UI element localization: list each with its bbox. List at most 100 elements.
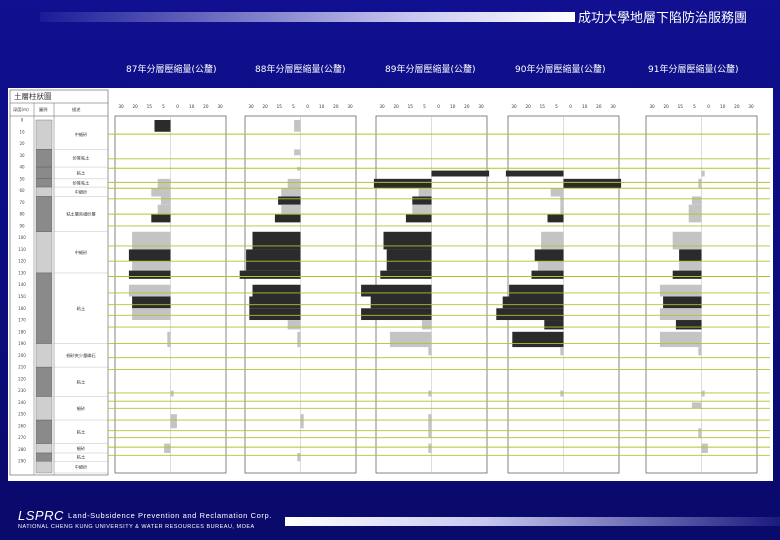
layer-bar [659,331,702,348]
layer-bar [563,178,622,189]
panel-tick-label: 10 [450,104,456,109]
layer-bar [688,214,702,223]
soil-layer-label: 中細砂 [75,131,88,138]
depth-tick-label: 0 [21,118,24,123]
layer-bar [151,214,171,223]
panel-tick-label: 10 [189,104,195,109]
depth-tick-label: 130 [18,270,26,275]
panel-title-90: 90年分層壓縮量(公釐) [515,65,606,75]
layer-bar [675,320,702,330]
panel-tick-label: 15 [540,104,546,109]
panel-tick-label: 5 [162,104,165,109]
soil-layer-label: 粘土 [77,305,85,312]
layer-bar [167,331,171,348]
panel-tick-label: 30 [748,104,754,109]
panel-tick-label: 20 [333,104,339,109]
soil-layer-label: 粘土 [77,428,85,435]
layer-bar [405,214,432,223]
soil-layer-pattern [35,452,53,462]
layer-bar [659,308,702,321]
soil-log-header-legend: 圖例 [39,106,47,113]
org-title: 成功大學地層下陷防治服務團 [578,11,748,26]
soil-layer-pattern [35,231,53,274]
layer-bar [691,402,702,409]
soil-layer-pattern [35,166,53,179]
soil-layer-pattern [35,186,53,197]
depth-tick-label: 60 [19,188,25,193]
layer-bar [560,347,564,356]
soil-layer-pattern [35,272,53,344]
layer-bar [412,204,432,215]
depth-tick-label: 90 [19,223,25,228]
panel-title-91: 91年分層壓縮量(公釐) [648,65,739,75]
panel-tick-label: 10 [720,104,726,109]
layer-bar [297,331,301,348]
layer-bar [297,452,301,462]
chart-area: 土層柱狀圖 深度(m) 圖例 描述 0 10 20 30 40 50 60 70 80 90 100 110 1… [8,88,773,481]
soil-layer-pattern [35,419,53,444]
layer-bar [294,120,301,132]
depth-tick-label: 170 [18,318,26,323]
soil-layer-pattern [35,343,53,368]
layer-bar [249,308,301,321]
depth-tick-label: 180 [18,329,26,334]
layer-bar [154,120,171,132]
institution-name: NATIONAL CHENG KUNG UNIVERSITY & WATER R… [18,524,255,530]
header-bar [40,12,575,22]
layer-bar [701,390,705,397]
layer-bar [361,284,432,297]
soil-layer-pattern [35,366,53,397]
layer-bar [412,196,432,205]
panel-tick-label: 15 [408,104,414,109]
panel-tick-label: 30 [511,104,517,109]
layer-bar [512,331,564,348]
layer-bar [531,270,564,279]
panel-tick-label: 20 [464,104,470,109]
layer-bar [534,249,564,262]
depth-tick-label: 230 [18,388,26,393]
layer-bar [132,296,171,309]
layer-bar [560,204,564,215]
layer-bar [281,188,301,197]
layer-bar [550,188,564,197]
depth-tick-label: 100 [18,235,26,240]
soil-layer-label: 粘土 [77,169,85,176]
layer-bar [544,320,564,330]
layer-bar [672,270,702,279]
layer-bar [659,284,702,297]
depth-tick-label: 10 [19,129,25,134]
layer-bar [157,178,171,189]
depth-tick-label: 40 [19,165,25,170]
soil-layer-label: 中細砂 [75,188,88,195]
layer-bar [386,261,432,271]
layer-bar [297,167,301,171]
panel-tick-label: 30 [347,104,353,109]
depth-tick-label: 140 [18,282,26,287]
soil-layer-pattern [35,119,53,150]
soil-layer-pattern [35,461,53,474]
soil-layer-pattern [35,443,53,454]
depth-tick-label: 150 [18,294,26,299]
panel-tick-label: 5 [292,104,295,109]
layer-bar [560,196,564,205]
panel-tick-label: 0 [306,104,309,109]
layer-bar [547,214,564,223]
layer-bar [672,231,702,250]
layer-bar [421,320,432,330]
panel-tick-label: 15 [678,104,684,109]
panel-tick-label: 20 [262,104,268,109]
panel-tick-label: 30 [478,104,484,109]
panel-tick-label: 20 [525,104,531,109]
layer-bar [383,231,432,250]
panel-tick-label: 0 [176,104,179,109]
layer-bar [281,204,301,215]
layer-bar [128,284,171,297]
depth-tick-label: 160 [18,306,26,311]
lsprc-logo: LSPRC [18,508,64,523]
depth-tick-label: 200 [18,353,26,358]
layer-bar [389,331,432,348]
layer-bar [502,296,564,309]
soil-layer-label: 粘土層夾細砂層 [66,211,95,218]
layer-bar [249,296,301,309]
soil-layer-label: 細砂夾少量礫石 [66,352,95,359]
